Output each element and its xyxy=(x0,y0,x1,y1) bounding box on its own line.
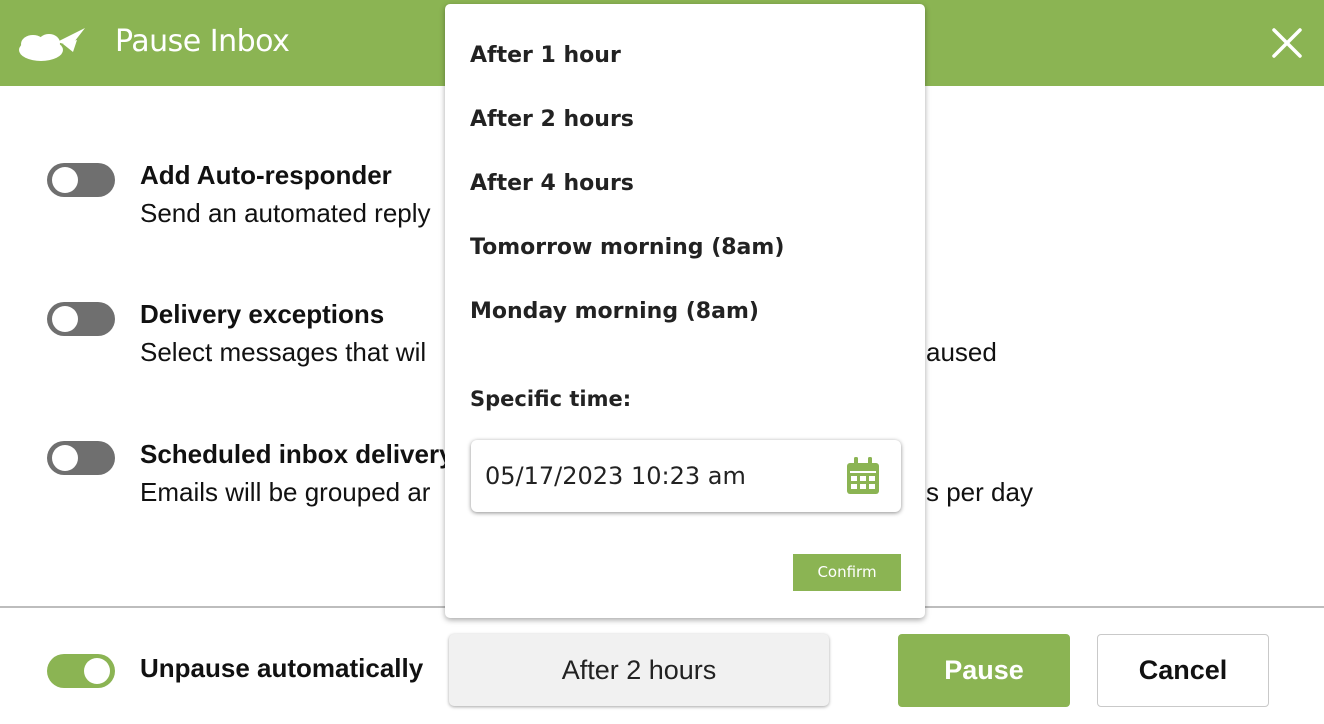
duration-select[interactable]: After 2 hours xyxy=(449,634,829,706)
toggle-knob xyxy=(52,167,78,193)
dialog-title: Pause Inbox xyxy=(115,24,290,59)
specific-time-label: Specific time: xyxy=(470,387,632,411)
dropdown-item-4-hours[interactable]: After 4 hours xyxy=(470,171,634,196)
calendar-icon[interactable] xyxy=(845,456,881,496)
scheduled-delivery-description: Emails will be grouped ar xyxy=(140,477,431,507)
specific-time-field xyxy=(471,440,901,512)
duration-dropdown: After 1 hour After 2 hours After 4 hours… xyxy=(445,4,925,618)
toggle-knob xyxy=(52,306,78,332)
toggle-knob xyxy=(52,445,78,471)
auto-responder-toggle[interactable] xyxy=(47,163,115,197)
dropdown-item-tomorrow-morning[interactable]: Tomorrow morning (8am) xyxy=(470,235,784,260)
scheduled-delivery-title: Scheduled inbox delivery xyxy=(140,439,454,469)
dropdown-item-2-hours[interactable]: After 2 hours xyxy=(470,107,634,132)
scheduled-delivery-description-tail: s per day xyxy=(926,477,1033,507)
delivery-exceptions-toggle[interactable] xyxy=(47,302,115,336)
delivery-exceptions-description-tail: aused xyxy=(926,337,997,367)
auto-responder-description: Send an automated reply xyxy=(140,198,431,228)
close-icon[interactable] xyxy=(1268,24,1306,62)
unpause-label: Unpause automatically xyxy=(140,653,424,683)
toggle-knob xyxy=(84,658,110,684)
pause-button[interactable]: Pause xyxy=(898,634,1070,707)
dropdown-item-monday-morning[interactable]: Monday morning (8am) xyxy=(470,299,759,324)
cloud-plane-logo-icon xyxy=(19,28,85,61)
scheduled-delivery-toggle[interactable] xyxy=(47,441,115,475)
specific-time-input[interactable] xyxy=(485,458,825,494)
delivery-exceptions-title: Delivery exceptions xyxy=(140,299,385,329)
dropdown-item-1-hour[interactable]: After 1 hour xyxy=(470,43,621,68)
delivery-exceptions-description: Select messages that wil xyxy=(140,337,427,367)
confirm-button[interactable]: Confirm xyxy=(793,554,901,591)
unpause-toggle[interactable] xyxy=(47,654,115,688)
cancel-button[interactable]: Cancel xyxy=(1097,634,1269,707)
auto-responder-title: Add Auto-responder xyxy=(140,160,392,190)
